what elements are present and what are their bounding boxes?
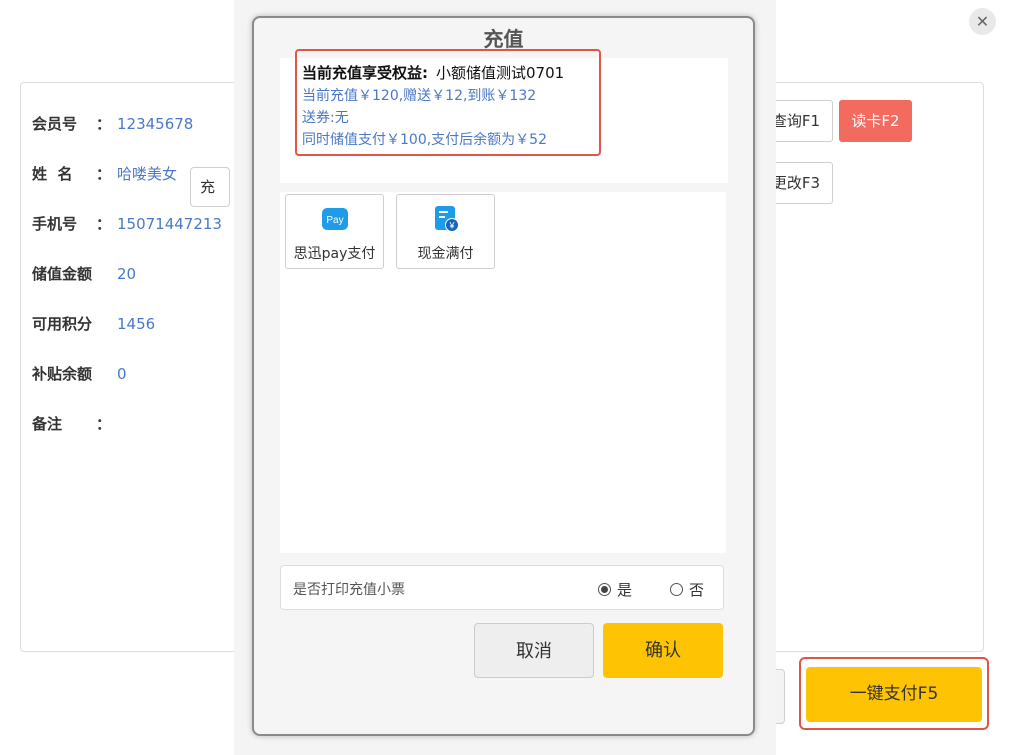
member-name-colon: ： [96,165,112,183]
member-id-colon: ： [96,115,112,133]
benefit-plan-name: 小额储值测试0701 [436,64,565,82]
benefit-coupon-line: 送券:无 [302,110,349,126]
recharge-amount-input[interactable]: 充 [190,167,230,207]
member-name-value: 哈喽美女 [117,165,178,183]
modal-title: 充值 [483,27,524,51]
print-no-radio[interactable]: 否 [670,579,704,600]
close-icon[interactable]: ✕ [969,8,996,35]
stored-value-label: 储值金额 [32,265,93,283]
recharge-modal: 充值 当前充值享受权益: 小额储值测试0701 当前充值￥120,赠送￥12,到账… [252,16,755,736]
remark-row: 备注 ： [32,413,117,434]
member-phone-label: 手机号 [32,215,78,233]
member-name-row: 姓 名 ： 哈喽美女 [32,163,177,184]
read-card-button[interactable]: 读卡F2 [839,100,912,142]
member-id-value: 12345678 [117,114,194,133]
pay-method-cash[interactable]: ¥ 现金满付 [396,194,495,269]
member-id-label: 会员号 [32,115,78,133]
points-value: 1456 [117,314,156,333]
member-phone-colon: ： [96,215,112,233]
print-yes-radio[interactable]: 是 [598,579,632,600]
radio-unchecked-icon [670,583,683,596]
benefit-balance-line: 同时储值支付￥100,支付后余额为￥52 [302,132,547,148]
pay-icon-text: Pay [326,215,343,226]
remark-label: 备注 [32,415,63,433]
benefit-heading: 当前充值享受权益: [302,64,428,82]
member-id-row: 会员号 ： 12345678 [32,113,193,134]
print-no-label: 否 [689,581,705,599]
stored-value-row: 储值金额 20 [32,263,136,284]
points-label: 可用积分 [32,315,93,333]
pay-method-label: 现金满付 [417,246,474,262]
pay-method-sixunpay[interactable]: Pay 思迅pay支付 [285,194,384,269]
stored-value-amount: 20 [117,264,137,283]
one-click-pay-button[interactable]: 一键支付F5 [806,667,982,722]
benefit-heading-line: 当前充值享受权益: 小额储值测试0701 [302,62,564,83]
print-receipt-row: 是否打印充值小票 是 否 [280,565,724,610]
pay-icon: Pay [321,208,348,230]
cash-icon-text: ¥ [448,221,455,231]
subsidy-row: 补贴余额 0 [32,363,127,384]
member-phone-row: 手机号 ： 15071447213 [32,213,222,234]
subsidy-label: 补贴余额 [32,365,93,383]
benefit-recharge-line: 当前充值￥120,赠送￥12,到账￥132 [302,88,537,104]
radio-checked-icon [598,583,611,596]
pay-method-label: 思迅pay支付 [293,246,376,262]
remark-colon: ： [96,415,112,433]
member-name-label: 姓 名 [32,165,73,183]
print-receipt-label: 是否打印充值小票 [293,582,405,598]
benefit-panel: 当前充值享受权益: 小额储值测试0701 当前充值￥120,赠送￥12,到账￥13… [280,49,728,183]
points-row: 可用积分 1456 [32,313,155,334]
confirm-button[interactable]: 确认 [603,623,723,678]
cash-receipt-icon: ¥ [434,206,459,232]
cancel-button[interactable]: 取消 [474,623,594,678]
payment-methods-area: Pay 思迅pay支付 ¥ 现金满付 [280,192,726,553]
print-yes-label: 是 [617,581,633,599]
member-phone-value: 15071447213 [117,214,222,233]
subsidy-value: 0 [117,364,127,383]
